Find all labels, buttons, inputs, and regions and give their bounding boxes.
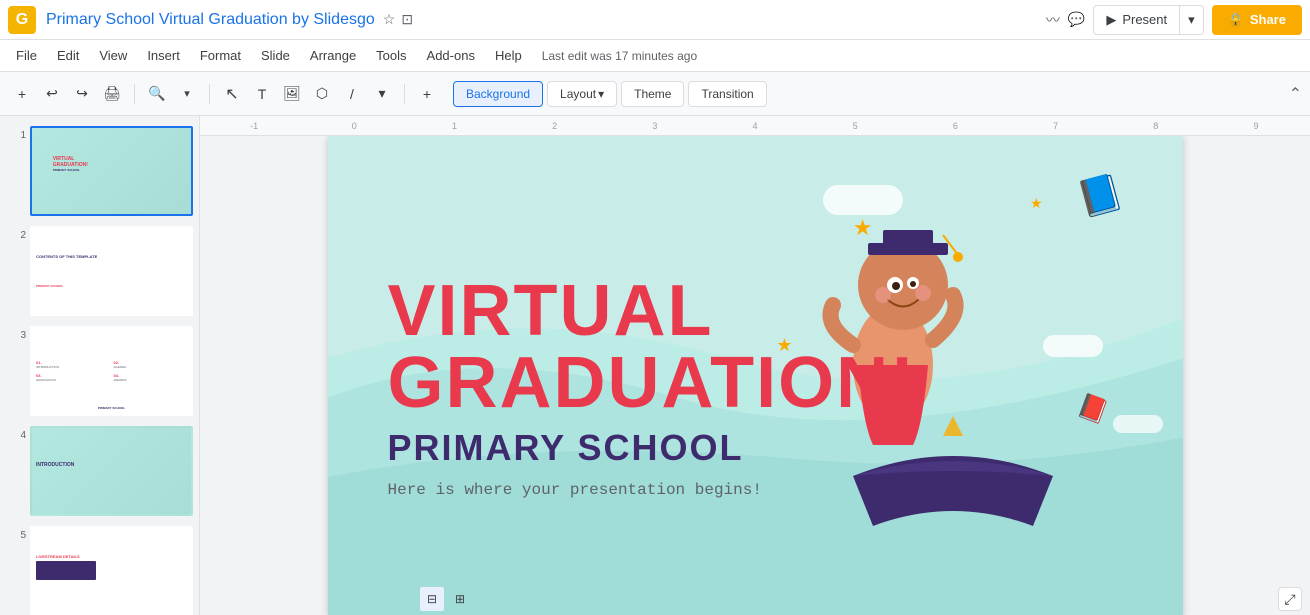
zoom-in-btn[interactable]: ▾ <box>173 80 201 108</box>
toolbar-collapse[interactable]: ⌃ <box>1289 84 1302 104</box>
present-play-icon: ▶ <box>1106 12 1116 28</box>
ruler-horizontal: -1 0 1 2 3 4 5 6 7 8 9 <box>200 116 1310 136</box>
present-dropdown[interactable]: ▾ <box>1179 6 1203 34</box>
title-right: 〰 💬 ▶ Present ▾ 🔒 Share <box>1046 5 1302 35</box>
slide-item-5[interactable]: 5 LIVESTREAM DETAILS <box>4 524 195 615</box>
grad-tagline: Here is where your presentation begins! <box>388 481 917 499</box>
slide-num-1: 1 <box>6 126 26 141</box>
select-tool[interactable]: ↖ <box>218 80 246 108</box>
slide-thumb-5: LIVESTREAM DETAILS <box>30 526 193 615</box>
slide-text-area: VIRTUAL GRADUATION! PRIMARY SCHOOL Here … <box>388 275 917 499</box>
grad-title-line1: VIRTUAL <box>388 275 917 347</box>
slide-num-5: 5 <box>6 526 26 541</box>
slide-num-4: 4 <box>6 426 26 441</box>
undo-btn[interactable]: ↩ <box>38 80 66 108</box>
menu-view[interactable]: View <box>91 44 135 67</box>
theme-btn[interactable]: Theme <box>621 81 684 107</box>
redo-btn[interactable]: ↪ <box>68 80 96 108</box>
shape-tool[interactable]: ⬡ <box>308 80 336 108</box>
slide-thumb-4: INTRODUCTION <box>30 426 193 516</box>
menu-edit[interactable]: Edit <box>49 44 87 67</box>
divider-2 <box>209 84 210 104</box>
arrow-tool[interactable]: ▾ <box>368 80 396 108</box>
slide-item-1[interactable]: 1 VIRTUAL GRADUATION! PRIMARY SCHOOL <box>4 124 195 218</box>
slide-num-3: 3 <box>6 326 26 341</box>
slide-canvas[interactable]: ★ ★ ★ ★ 📘 📕 <box>328 136 1183 615</box>
toolbar-select: ↖ T 🖼 ⬡ / ▾ <box>218 80 396 108</box>
slide-thumb-3: 01. INTRODUCTION 02. AGENDA 03. GRADUATI… <box>30 326 193 416</box>
lock-icon: 🔒 <box>1228 12 1244 28</box>
main-area: 1 VIRTUAL GRADUATION! PRIMARY SCHOOL 2 <box>0 116 1310 615</box>
chat-icon[interactable]: 💬 <box>1068 11 1085 28</box>
image-tool[interactable]: 🖼 <box>278 80 306 108</box>
slide-item-4[interactable]: 4 INTRODUCTION <box>4 424 195 518</box>
share-button[interactable]: 🔒 Share <box>1212 5 1302 35</box>
present-button[interactable]: ▶ Present ▾ <box>1093 5 1203 35</box>
cloud-3 <box>1113 415 1163 433</box>
title-bar: G Primary School Virtual Graduation by S… <box>0 0 1310 40</box>
cloud-2 <box>1043 335 1103 357</box>
star-icon[interactable]: ☆ <box>383 11 396 28</box>
menu-tools[interactable]: Tools <box>368 44 414 67</box>
menu-slide[interactable]: Slide <box>253 44 298 67</box>
slide-item-3[interactable]: 3 01. INTRODUCTION 02. AGENDA 03. <box>4 324 195 418</box>
slide-num-2: 2 <box>6 226 26 241</box>
doc-title: Primary School Virtual Graduation by Sli… <box>46 11 375 29</box>
toolbar-actions: + ↩ ↪ 🖨 <box>8 80 126 108</box>
present-main[interactable]: ▶ Present <box>1094 6 1179 34</box>
menu-arrange[interactable]: Arrange <box>302 44 364 67</box>
line-tool[interactable]: / <box>338 80 366 108</box>
share-label: Share <box>1250 12 1286 27</box>
slide-thumb-1: VIRTUAL GRADUATION! PRIMARY SCHOOL <box>30 126 193 216</box>
slide-thumb-2: CONTENTS OF THIS TEMPLATE PRIMARY SCHOOL <box>30 226 193 316</box>
text-tool[interactable]: T <box>248 80 276 108</box>
toolbar-zoom: 🔍 ▾ <box>143 80 201 108</box>
fit-screen-btn[interactable]: ⤢ <box>1278 587 1302 611</box>
grid-view-btn[interactable]: ⊞ <box>448 587 472 611</box>
activity-icon[interactable]: 〰 <box>1046 10 1060 30</box>
canvas-wrapper: ★ ★ ★ ★ 📘 📕 <box>200 136 1310 615</box>
print-btn[interactable]: 🖨 <box>98 80 126 108</box>
canvas-area: -1 0 1 2 3 4 5 6 7 8 9 <box>200 116 1310 615</box>
title-icons: ☆ ⊡ <box>383 11 413 28</box>
present-icon-sm[interactable]: ⊡ <box>401 11 413 28</box>
menu-file[interactable]: File <box>8 44 45 67</box>
new-slide-btn[interactable]: + <box>8 80 36 108</box>
star-4: ★ <box>1030 195 1043 212</box>
present-label: Present <box>1122 12 1167 27</box>
insert-btn[interactable]: + <box>413 80 441 108</box>
filmstrip-view-btn[interactable]: ⊟ <box>420 587 444 611</box>
grad-title-line2: GRADUATION! <box>388 347 917 419</box>
menu-bar: File Edit View Insert Format Slide Arran… <box>0 40 1310 72</box>
autosave-status: Last edit was 17 minutes ago <box>542 49 697 63</box>
divider-3 <box>404 84 405 104</box>
toolbar: + ↩ ↪ 🖨 🔍 ▾ ↖ T 🖼 ⬡ / ▾ + Background Lay… <box>0 72 1310 116</box>
ruler-marks: -1 0 1 2 3 4 5 6 7 8 9 <box>204 121 1306 131</box>
app-logo: G <box>8 6 36 34</box>
menu-insert[interactable]: Insert <box>139 44 188 67</box>
menu-format[interactable]: Format <box>192 44 249 67</box>
divider-1 <box>134 84 135 104</box>
menu-addons[interactable]: Add-ons <box>419 44 483 67</box>
action-buttons: Background Layout ▾ Theme Transition <box>453 81 767 107</box>
slide-panel[interactable]: 1 VIRTUAL GRADUATION! PRIMARY SCHOOL 2 <box>0 116 200 615</box>
layout-btn[interactable]: Layout ▾ <box>547 81 617 107</box>
transition-btn[interactable]: Transition <box>688 81 766 107</box>
slide-item-2[interactable]: 2 CONTENTS OF THIS TEMPLATE PRIMARY SCHO… <box>4 224 195 318</box>
grad-school: PRIMARY SCHOOL <box>388 427 917 469</box>
zoom-out-btn[interactable]: 🔍 <box>143 80 171 108</box>
menu-help[interactable]: Help <box>487 44 530 67</box>
background-btn[interactable]: Background <box>453 81 543 107</box>
